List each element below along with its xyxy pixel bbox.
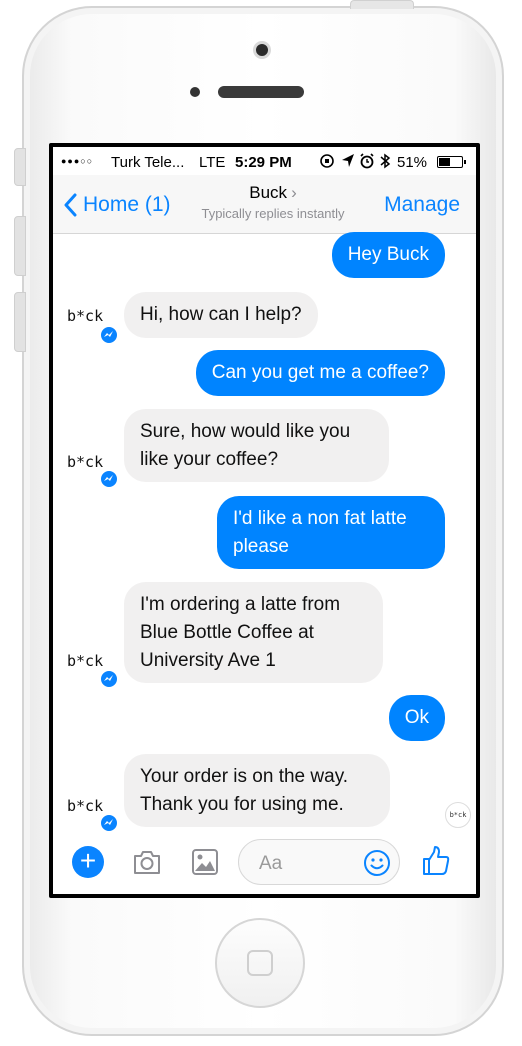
messenger-badge-icon bbox=[99, 325, 119, 345]
volume-down-button bbox=[14, 292, 26, 352]
message-bubble-incoming[interactable]: I'm ordering a latte from Blue Bottle Co… bbox=[124, 582, 383, 683]
contact-name: Buck bbox=[249, 183, 288, 202]
power-button bbox=[350, 0, 414, 9]
plus-icon[interactable]: + bbox=[72, 846, 104, 878]
messenger-display: ●●●○○ Turk Tele... LTE 5:29 PM 51% Home … bbox=[53, 147, 476, 894]
message-bubble-outgoing[interactable]: I'd like a non fat latte please bbox=[217, 496, 445, 569]
message-line: I'm ordering a latte from bbox=[140, 594, 341, 615]
message-line: I'd like a non fat latte bbox=[233, 508, 407, 529]
image-icon[interactable] bbox=[191, 847, 219, 882]
home-button-square-icon bbox=[247, 950, 273, 976]
message-text: Hey Buck bbox=[347, 244, 429, 265]
chevron-right-icon: › bbox=[291, 183, 297, 202]
message-input-box[interactable] bbox=[238, 839, 400, 885]
front-camera bbox=[253, 41, 271, 59]
message-line: University Ave 1 bbox=[140, 650, 276, 671]
message-text: Ok bbox=[404, 707, 429, 728]
manage-button[interactable]: Manage bbox=[384, 193, 460, 217]
message-line: Sure, how would like you bbox=[140, 421, 351, 442]
home-button[interactable] bbox=[215, 918, 305, 1008]
message-text: Can you get me a coffee? bbox=[211, 362, 429, 383]
emoji-icon[interactable] bbox=[363, 849, 391, 882]
conversation-title[interactable]: Buck › Typically replies instantly bbox=[183, 183, 363, 221]
signal-dots-icon: ●●●○○ bbox=[61, 156, 94, 166]
location-icon bbox=[341, 153, 355, 173]
battery-percent: 51% bbox=[397, 154, 428, 171]
message-bubble-outgoing[interactable]: Ok bbox=[388, 695, 445, 741]
thumbs-up-icon[interactable] bbox=[421, 845, 451, 882]
messenger-badge-icon bbox=[99, 669, 119, 689]
orientation-lock-icon bbox=[319, 153, 335, 173]
network-type: LTE bbox=[199, 154, 226, 171]
messenger-badge-icon bbox=[99, 469, 119, 489]
message-bubble-incoming[interactable]: Your order is on the way. Thank you for … bbox=[124, 754, 390, 827]
message-input[interactable] bbox=[257, 852, 351, 876]
back-button[interactable]: Home (1) bbox=[63, 193, 171, 217]
status-time: 5:29 PM bbox=[235, 154, 292, 171]
message-line: like your coffee? bbox=[140, 449, 279, 470]
message-line: Blue Bottle Coffee at bbox=[140, 622, 314, 643]
message-text: Hi, how can I help? bbox=[140, 304, 302, 325]
composer-bar: + bbox=[53, 835, 476, 891]
bluetooth-icon bbox=[379, 153, 391, 173]
mute-switch bbox=[14, 148, 26, 186]
chevron-left-icon bbox=[64, 193, 77, 217]
proximity-sensor bbox=[190, 87, 200, 97]
messenger-badge-icon bbox=[99, 813, 119, 833]
message-line: please bbox=[233, 536, 289, 557]
message-bubble-outgoing[interactable]: Can you get me a coffee? bbox=[195, 350, 445, 396]
message-bubble-incoming[interactable]: Sure, how would like you like your coffe… bbox=[124, 409, 389, 482]
alarm-icon bbox=[359, 153, 375, 173]
battery-icon bbox=[437, 156, 466, 168]
message-bubble-incoming[interactable]: Hi, how can I help? bbox=[124, 292, 318, 338]
message-line: Your order is on the way. bbox=[140, 766, 349, 787]
earpiece-speaker bbox=[218, 86, 304, 98]
message-bubble-outgoing[interactable]: Hey Buck bbox=[331, 232, 445, 278]
status-bar: ●●●○○ Turk Tele... LTE 5:29 PM 51% bbox=[53, 147, 476, 175]
conversation-header: Home (1) Buck › Typically replies instant… bbox=[53, 175, 476, 234]
carrier-name: Turk Tele... bbox=[111, 154, 185, 171]
screen: ●●●○○ Turk Tele... LTE 5:29 PM 51% Home … bbox=[49, 143, 480, 898]
volume-up-button bbox=[14, 216, 26, 276]
back-label: Home (1) bbox=[83, 193, 171, 216]
read-receipt-avatar: b*ck bbox=[445, 802, 471, 828]
contact-subtitle: Typically replies instantly bbox=[201, 206, 345, 221]
message-line: Thank you for using me. bbox=[140, 794, 344, 815]
camera-icon[interactable] bbox=[131, 847, 163, 882]
